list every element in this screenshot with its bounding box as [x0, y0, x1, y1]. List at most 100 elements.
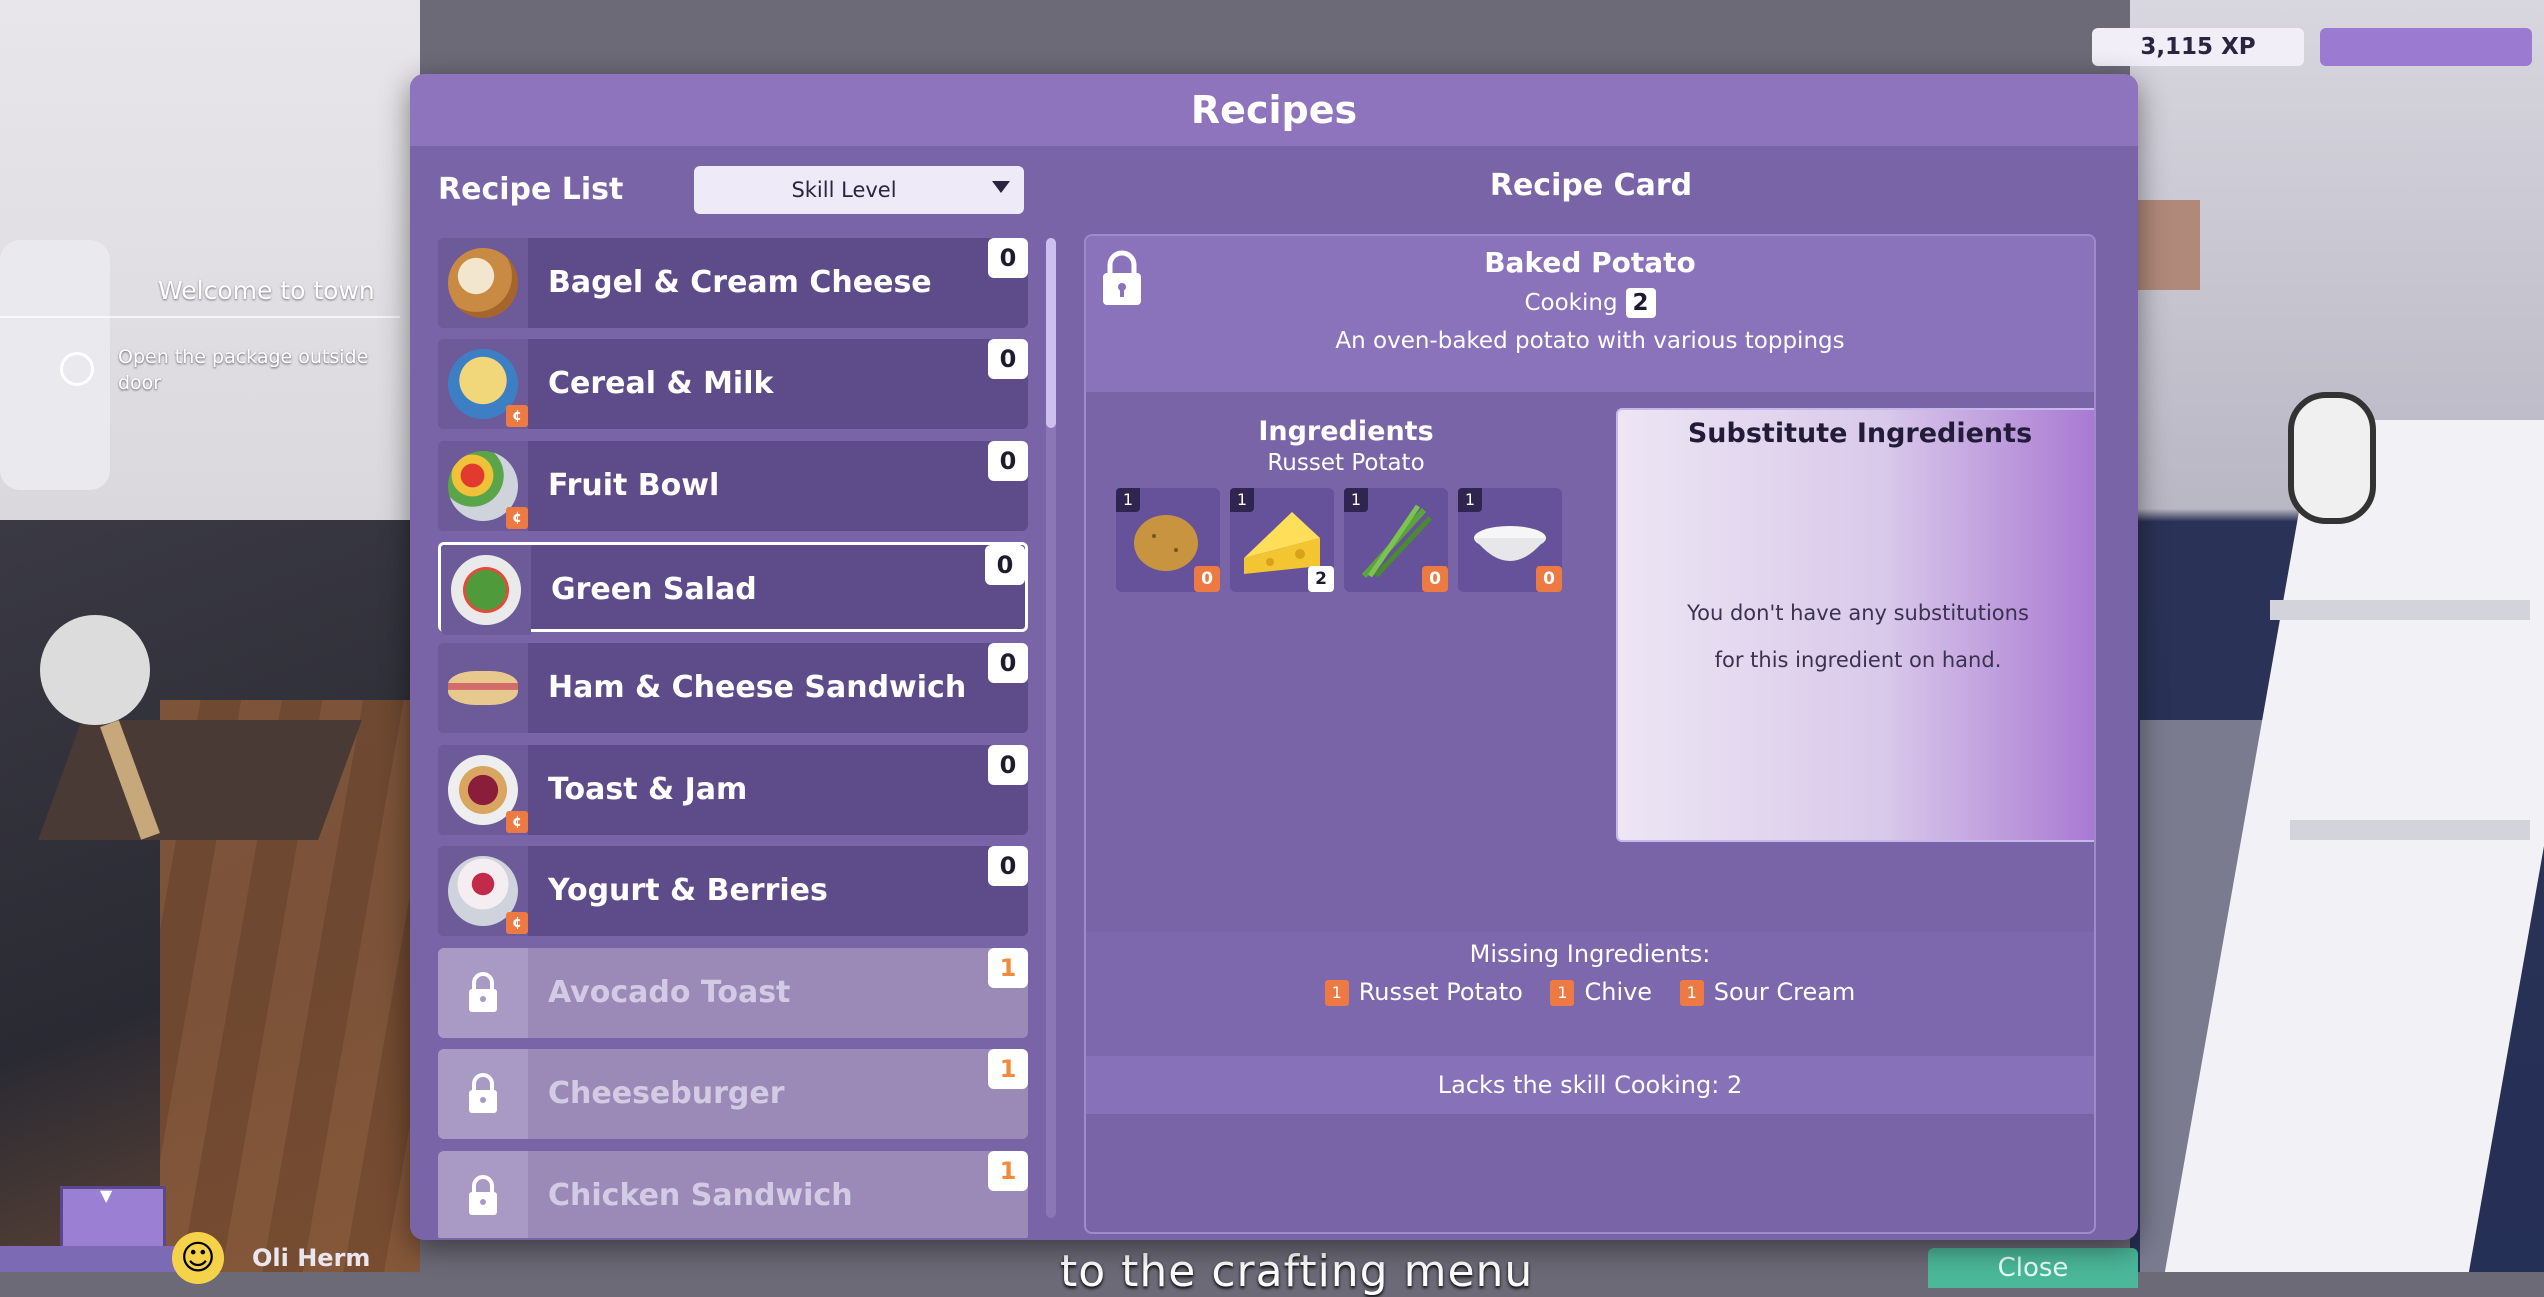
- mood-smiley-icon: ☺: [172, 1232, 224, 1284]
- recipe-row-ham-cheese-sandwich[interactable]: Ham & Cheese Sandwich 0: [438, 643, 1028, 733]
- recipe-thumb: ¢: [438, 846, 528, 936]
- shelf-board: [2290, 820, 2530, 840]
- recipe-title: Baked Potato: [1484, 246, 1696, 279]
- ingredient-required-qty: 1: [1230, 488, 1254, 512]
- player-bar: [0, 1246, 180, 1272]
- quest-task: Open the package outside door: [118, 346, 369, 394]
- shelf-board: [2270, 600, 2530, 620]
- recipe-row-cereal[interactable]: ¢ Cereal & Milk 0: [438, 339, 1028, 429]
- lock-icon: [469, 1175, 497, 1215]
- recipe-count: 0: [988, 643, 1028, 683]
- recipe-count: 0: [988, 745, 1028, 785]
- missing-qty: 1: [1679, 980, 1704, 1006]
- sort-dropdown[interactable]: Skill Level: [694, 166, 1024, 214]
- recipe-row-fruit-bowl[interactable]: ¢ Fruit Bowl 0: [438, 441, 1028, 531]
- scrollbar-thumb[interactable]: [1046, 238, 1056, 428]
- recipe-name: Cereal & Milk: [548, 366, 774, 401]
- ingredient-owned-qty: 0: [1536, 566, 1562, 592]
- player-menu-tab[interactable]: [60, 1186, 166, 1252]
- recipe-row-green-salad[interactable]: Green Salad 0: [438, 542, 1028, 635]
- missing-ingredients-list: 1 Russet Potato 1 Chive 1 Sour Cream: [1086, 978, 2094, 1006]
- panel-title: Recipes: [1190, 88, 1358, 132]
- recipe-row-cheeseburger[interactable]: Cheeseburger 1: [438, 1049, 1028, 1139]
- missing-name: Sour Cream: [1713, 978, 1856, 1006]
- recipe-thumb: [438, 1049, 528, 1139]
- missing-item: 1 Chive: [1550, 978, 1652, 1006]
- recipe-thumb: [438, 238, 528, 328]
- recipe-thumb: [438, 643, 528, 733]
- missing-qty: 1: [1324, 980, 1349, 1006]
- recipe-name: Fruit Bowl: [548, 468, 720, 503]
- lock-icon: [469, 972, 497, 1012]
- player-name: Oli Herm: [252, 1244, 371, 1272]
- recipe-count: 0: [985, 545, 1025, 585]
- recipe-thumb: [441, 545, 531, 635]
- ingredient-slot-potato[interactable]: 1 0: [1116, 488, 1220, 592]
- wall-clock: [2288, 392, 2376, 524]
- recipe-name: Chicken Sandwich: [548, 1178, 853, 1213]
- recipe-description: An oven-baked potato with various toppin…: [1335, 328, 1845, 354]
- ingredient-required-qty: 1: [1458, 488, 1482, 512]
- skill-name: Cooking: [1524, 290, 1618, 316]
- recipe-row-avocado-toast[interactable]: Avocado Toast 1: [438, 948, 1028, 1038]
- quest-title: Welcome to town: [158, 276, 375, 305]
- ingredient-slot-sour-cream[interactable]: 1 0: [1458, 488, 1562, 592]
- recipe-thumb: ¢: [438, 339, 528, 429]
- recipe-count: 1: [988, 1151, 1028, 1191]
- missing-item: 1 Russet Potato: [1324, 978, 1523, 1006]
- recipe-count: 1: [988, 948, 1028, 988]
- selected-ingredient-name: Russet Potato: [1267, 450, 1425, 476]
- sandwich-icon: [448, 671, 518, 705]
- salad-icon: [451, 555, 521, 625]
- lock-icon: [469, 1073, 497, 1113]
- ingredient-slot-chive[interactable]: 1 0: [1344, 488, 1448, 592]
- chevron-down-icon: ▼: [100, 1186, 113, 1205]
- recipe-flag-icon: ¢: [506, 405, 528, 427]
- recipe-thumb: ¢: [438, 745, 528, 835]
- close-button[interactable]: Close: [1928, 1248, 2138, 1288]
- recipe-count: 1: [988, 1049, 1028, 1089]
- recipes-panel: Recipes Recipe List Skill Level Bagel & …: [410, 74, 2138, 1240]
- missing-name: Russet Potato: [1358, 978, 1523, 1006]
- ingredient-owned-qty: 2: [1308, 566, 1334, 592]
- substitute-message-line: for this ingredient on hand.: [1714, 648, 2002, 672]
- ingredient-required-qty: 1: [1116, 488, 1140, 512]
- skill-level-badge: 2: [1625, 288, 1656, 318]
- quest-checkbox-icon: [60, 352, 94, 386]
- recipe-count: 0: [988, 846, 1028, 886]
- recipe-card: Baked Potato Cooking 2 An oven-baked pota…: [1084, 234, 2096, 1234]
- side-table: [38, 720, 362, 840]
- recipe-name: Avocado Toast: [548, 975, 791, 1010]
- recipe-name: Toast & Jam: [548, 772, 748, 807]
- dropdown-arrow-icon: [992, 181, 1010, 193]
- recipe-flag-icon: ¢: [506, 811, 528, 833]
- ingredient-slot-cheese[interactable]: 1 2: [1230, 488, 1334, 592]
- recipe-skill: Cooking 2: [1086, 288, 2094, 318]
- recipe-row-chicken-sandwich[interactable]: Chicken Sandwich 1: [438, 1151, 1028, 1238]
- quest-divider: [0, 316, 400, 318]
- recipe-row-bagel[interactable]: Bagel & Cream Cheese 0: [438, 238, 1028, 328]
- recipe-name: Ham & Cheese Sandwich: [548, 670, 967, 705]
- lamp-shade: [40, 615, 150, 725]
- xp-bar: [2320, 28, 2532, 66]
- bagel-icon: [448, 248, 518, 318]
- xp-counter: 3,115 XP: [2092, 28, 2304, 66]
- recipe-name: Cheeseburger: [548, 1076, 785, 1111]
- recipe-list-heading: Recipe List: [438, 172, 624, 207]
- ingredients-heading: Ingredients: [1258, 416, 1434, 447]
- recipe-name: Yogurt & Berries: [548, 873, 828, 908]
- missing-qty: 1: [1550, 980, 1575, 1006]
- recipe-count: 0: [988, 238, 1028, 278]
- substitute-ingredients-box: Substitute Ingredients You don't have an…: [1616, 408, 2094, 842]
- ingredient-owned-qty: 0: [1422, 566, 1448, 592]
- missing-item: 1 Sour Cream: [1679, 978, 1856, 1006]
- recipe-flag-icon: ¢: [506, 912, 528, 934]
- recipe-list: Bagel & Cream Cheese 0 ¢ Cereal & Milk 0…: [438, 238, 1028, 1238]
- recipe-flag-icon: ¢: [506, 507, 528, 529]
- missing-name: Chive: [1584, 978, 1653, 1006]
- recipe-row-toast-jam[interactable]: ¢ Toast & Jam 0: [438, 745, 1028, 835]
- substitute-message-line: You don't have any substitutions: [1687, 601, 2029, 625]
- sort-dropdown-value: Skill Level: [791, 178, 897, 202]
- recipe-row-yogurt-berries[interactable]: ¢ Yogurt & Berries 0: [438, 846, 1028, 936]
- recipe-count: 0: [988, 441, 1028, 481]
